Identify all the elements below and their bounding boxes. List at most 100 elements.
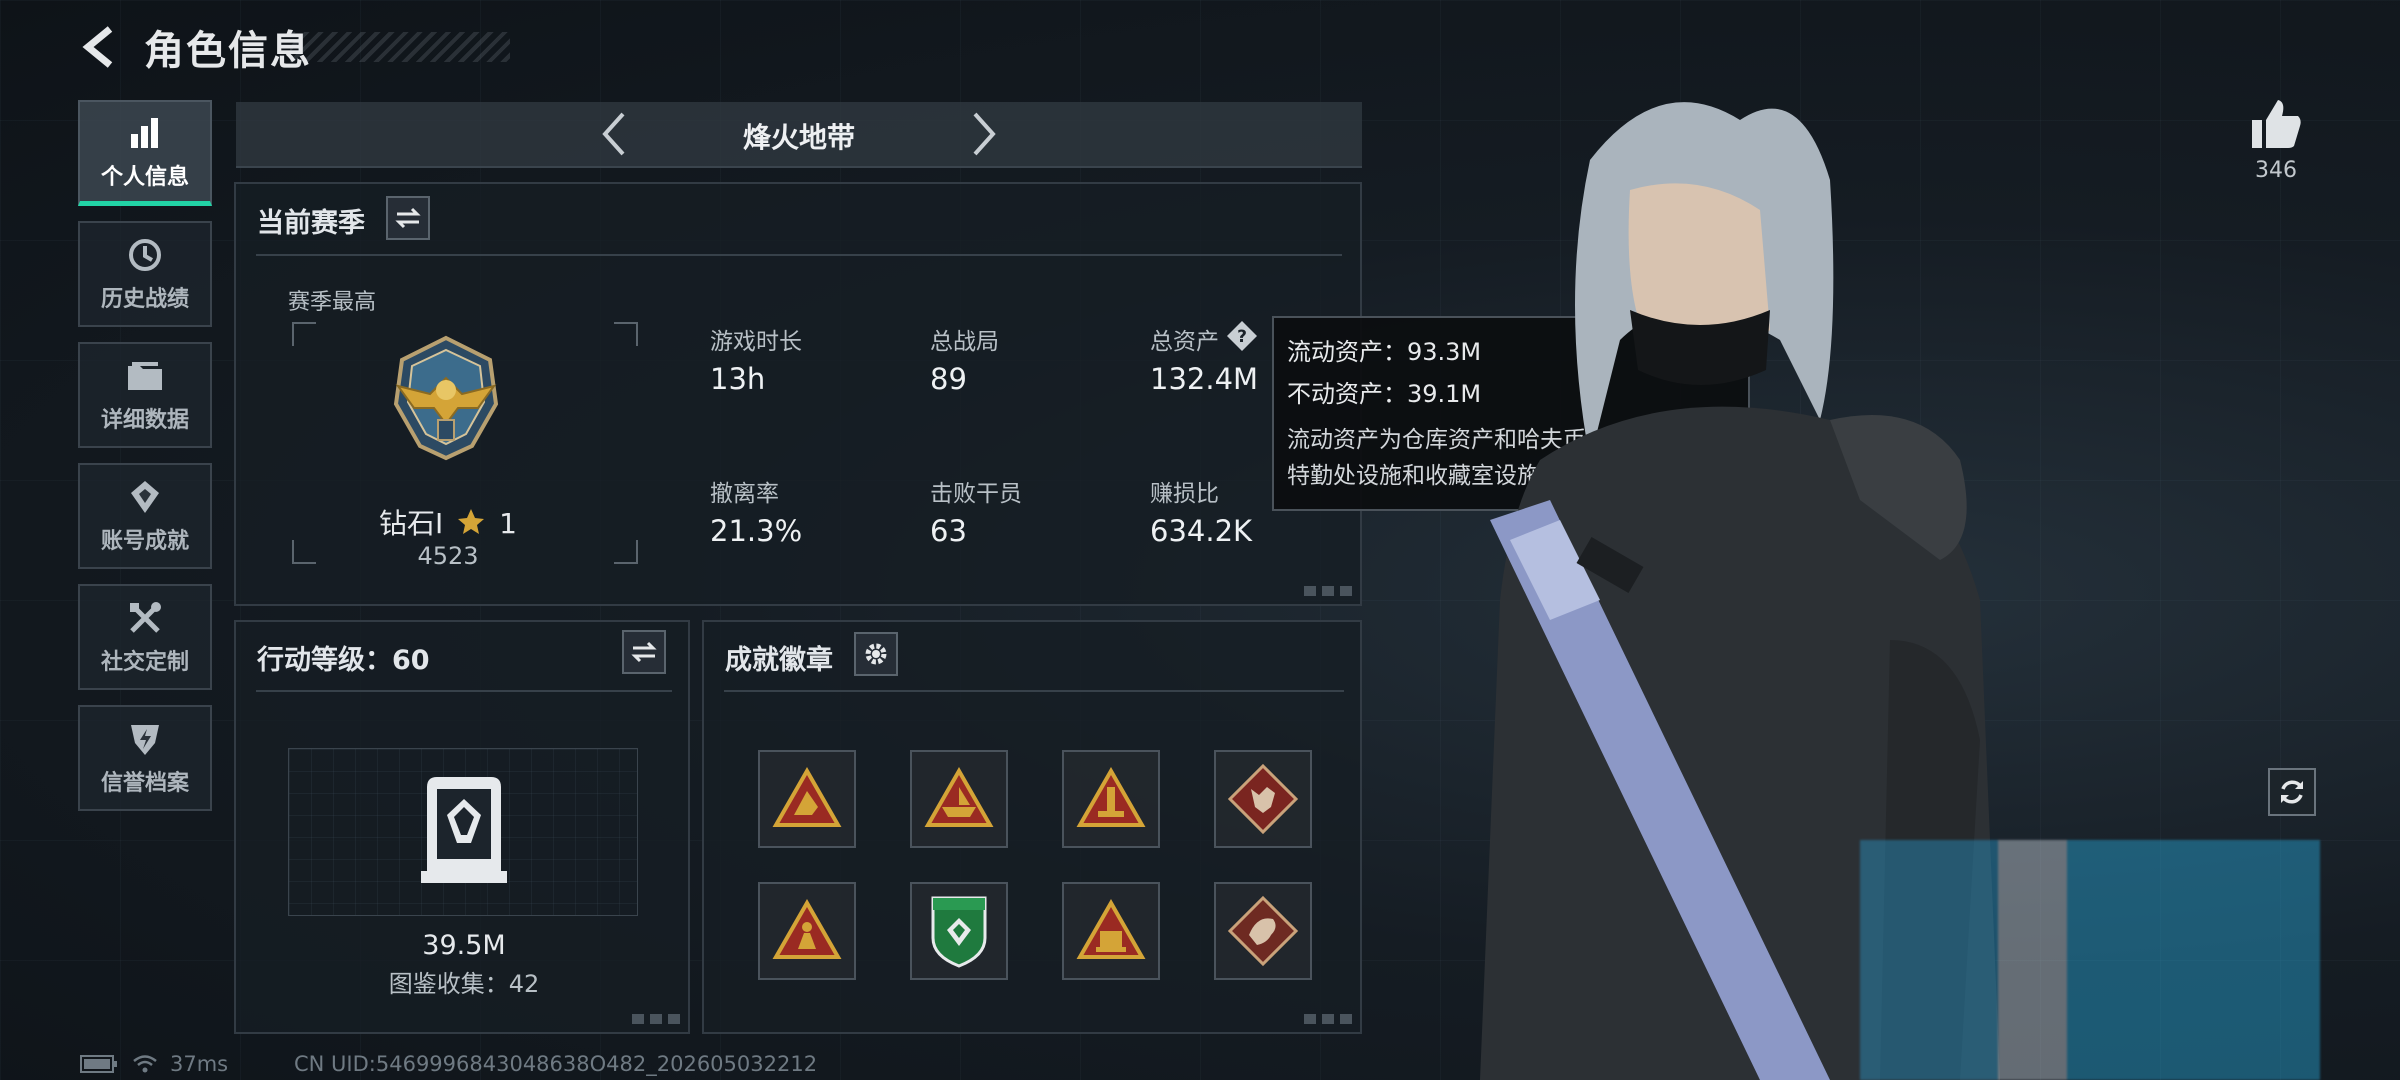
stat-value-total-matches: 89: [930, 362, 967, 396]
chevron-left-icon: [82, 26, 113, 68]
sidebar-item-label: 个人信息: [100, 164, 189, 190]
user-uid: CN UID:5469996843048638O482_202605032212: [294, 1052, 818, 1076]
achievement-badge[interactable]: [1214, 882, 1312, 980]
stat-label-total-matches: 总战局: [930, 329, 999, 355]
sidebar-item-reputation[interactable]: 信誉档案: [78, 705, 212, 811]
wolf-diamond-badge-icon: [1227, 763, 1299, 835]
action-level-swap-button[interactable]: [622, 630, 666, 674]
achievement-panel: 成就徽章: [702, 620, 1362, 1034]
star-icon: [458, 509, 485, 534]
shield-green-badge-icon: [931, 896, 987, 968]
achievement-badge[interactable]: [758, 750, 856, 848]
svg-text:?: ?: [1237, 327, 1247, 347]
divider: [256, 690, 672, 692]
sidebar-item-achievements[interactable]: 账号成就: [78, 463, 212, 569]
stat-label-playtime: 游戏时长: [710, 329, 802, 355]
shield-lightning-icon: [125, 719, 165, 759]
bar-chart-icon: [125, 113, 165, 153]
soldier-triangle-badge-icon: [772, 767, 842, 827]
sidebar-item-detail-data[interactable]: 详细数据: [78, 342, 212, 448]
ping-value: 37ms: [170, 1052, 229, 1076]
season-best-label: 赛季最高: [288, 290, 377, 315]
action-level-title: 行动等级：60: [257, 645, 430, 676]
boat-triangle-badge-icon: [924, 767, 994, 827]
sidebar-item-social[interactable]: 社交定制: [78, 584, 212, 690]
swap-arrows-icon: [631, 641, 657, 663]
action-level-panel: 行动等级：60 39.5M 图鉴收集：42: [234, 620, 690, 1034]
season-title: 当前赛季: [257, 208, 365, 239]
frame-corner: [614, 540, 638, 564]
stat-value-playtime: 13h: [710, 362, 766, 396]
collection-cabinet-icon: [421, 777, 507, 883]
corner-decoration: [1304, 586, 1352, 596]
back-button[interactable]: [78, 23, 118, 71]
achievement-badge[interactable]: [1062, 750, 1160, 848]
stat-value-total-assets: 132.4M: [1150, 362, 1259, 396]
question-diamond-icon: ?: [1227, 321, 1257, 351]
help-button[interactable]: ?: [1226, 320, 1258, 352]
collection-count: 图鉴收集：42: [388, 970, 540, 998]
corner-decoration: [632, 1014, 680, 1024]
like-button[interactable]: [2248, 96, 2304, 156]
number-triangle-badge-icon: [1076, 899, 1146, 959]
sidebar-item-label: 信誉档案: [100, 771, 189, 796]
rank-score: 4523: [417, 542, 479, 570]
rank-star-count: 1: [499, 507, 517, 540]
stat-value-extract-rate: 21.3%: [710, 514, 803, 548]
achievement-badge[interactable]: [1214, 750, 1312, 848]
page-title: 角色信息: [144, 28, 312, 74]
achievement-badge[interactable]: [910, 750, 1008, 848]
stat-value-profit-ratio: 634.2K: [1150, 514, 1253, 548]
stat-label-extract-rate: 撤离率: [710, 481, 779, 507]
frame-corner: [614, 322, 638, 346]
chevron-right-icon: [973, 112, 996, 156]
corner-decoration: [1304, 1014, 1352, 1024]
stat-label-total-assets: 总资产: [1150, 329, 1219, 355]
mode-switch-bar: 烽火地带: [236, 102, 1362, 168]
battery-icon: [80, 1055, 117, 1073]
season-swap-button[interactable]: [386, 196, 430, 240]
collection-showcase[interactable]: [288, 748, 638, 916]
dragon-diamond-badge-icon: [1227, 895, 1299, 967]
like-count: 346: [2255, 158, 2297, 183]
folder-icon: [125, 356, 165, 396]
achievement-badge[interactable]: [1062, 882, 1160, 980]
stat-value-kills: 63: [930, 514, 967, 548]
sidebar-item-label: 历史战绩: [100, 287, 189, 312]
mode-label: 烽火地带: [742, 121, 855, 154]
season-panel: 当前赛季 赛季最高 钻石I 1 4523 游戏时长 13h 总战局 89 总资产…: [234, 182, 1362, 606]
achievement-title: 成就徽章: [725, 645, 833, 676]
frame-corner: [292, 322, 316, 346]
achievement-badge[interactable]: [758, 882, 856, 980]
title-stripe-decoration: [290, 32, 510, 62]
divider: [724, 690, 1344, 692]
swap-arrows-icon: [395, 207, 421, 229]
sidebar-item-label: 社交定制: [100, 650, 189, 675]
status-bar: 37ms: [80, 1052, 228, 1076]
history-clock-icon: [125, 235, 165, 275]
gear-icon: [865, 643, 887, 665]
diamond-rank-emblem-icon: [393, 335, 499, 461]
page-header: 角色信息: [78, 22, 312, 74]
thumbs-up-icon: [2252, 100, 2301, 148]
sidebar: 个人信息 历史战绩 详细数据 账号成就 社交定制 信誉档案: [78, 100, 216, 826]
wifi-icon: [133, 1055, 157, 1073]
tools-icon: [125, 598, 165, 638]
figure-triangle-badge-icon: [772, 899, 842, 959]
frame-corner: [292, 540, 316, 564]
stat-label-profit-ratio: 赚损比: [1150, 481, 1219, 507]
stat-label-kills: 击败干员: [930, 481, 1022, 507]
sidebar-item-label: 账号成就: [100, 529, 189, 554]
rotate-icon: [2281, 780, 2303, 804]
achievement-icon: [125, 477, 165, 517]
achievement-settings-button[interactable]: [854, 632, 898, 676]
pixelated-region: [1860, 840, 2320, 1080]
achievement-badge[interactable]: [910, 882, 1008, 980]
sidebar-item-history[interactable]: 历史战绩: [78, 221, 212, 327]
sidebar-item-personal-info[interactable]: 个人信息: [78, 100, 212, 206]
rank-line: 钻石I 1: [318, 502, 578, 542]
mode-next-button[interactable]: [958, 108, 1010, 160]
divider: [256, 254, 1342, 256]
rotate-model-button[interactable]: [2268, 768, 2316, 816]
tower-triangle-badge-icon: [1076, 767, 1146, 827]
